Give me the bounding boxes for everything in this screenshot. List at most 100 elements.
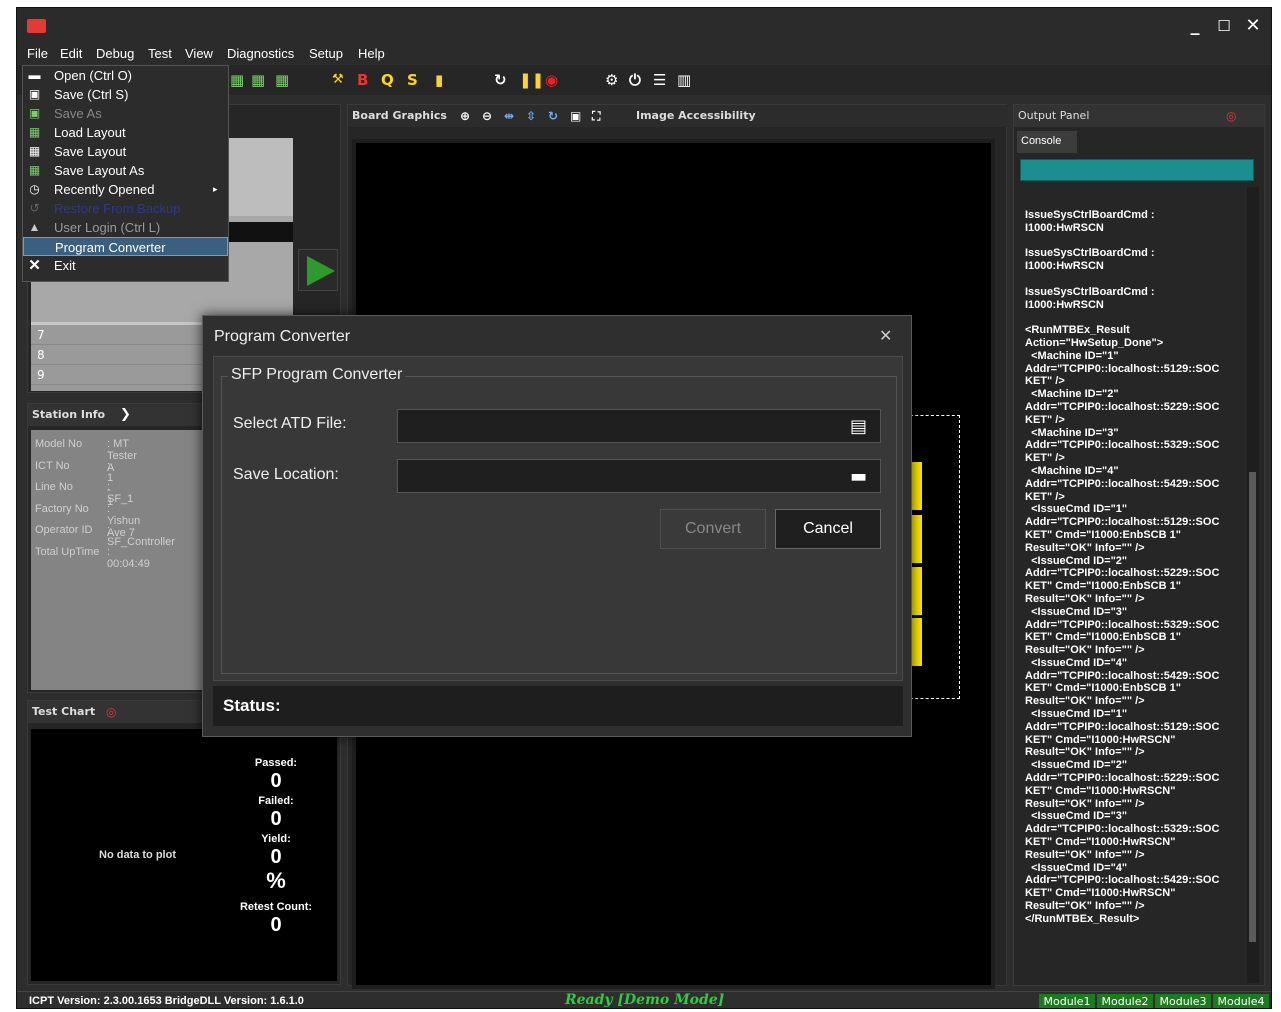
module2-badge[interactable]: Module2: [1097, 994, 1153, 1008]
layout-3-icon[interactable]: ▦: [275, 70, 289, 90]
scrollbar-thumb[interactable]: [1249, 472, 1256, 942]
console-scrollbar[interactable]: [1247, 187, 1259, 983]
test-chart-panel: Test Chart ◎ No data to plot Passed: 0 F…: [27, 700, 342, 985]
save-location-label: Save Location:: [233, 466, 339, 483]
table-row[interactable]: 8: [31, 345, 206, 365]
browse-file-icon[interactable]: ▤: [850, 416, 867, 437]
save-location-input[interactable]: ▬: [397, 459, 881, 493]
fullscreen-icon[interactable]: ⛶: [592, 105, 600, 127]
submenu-arrow-icon: ▸: [213, 184, 218, 194]
play-icon: [307, 256, 335, 286]
image-accessibility-label[interactable]: Image Accessibility: [636, 105, 756, 127]
test-stats: Passed: 0 Failed: 0 Yield: 0 % Retest Co…: [231, 757, 321, 937]
list-icon[interactable]: ☰: [653, 70, 666, 90]
retest-label: Retest Count:: [239, 901, 313, 913]
layout-icon[interactable]: ▦: [230, 70, 244, 90]
chevron-down-icon[interactable]: ❯: [120, 404, 131, 426]
test-tool-icon[interactable]: ⚒: [332, 70, 344, 90]
zoom-out-icon[interactable]: ⊖: [482, 105, 492, 127]
maximize-button[interactable]: ☐: [1214, 16, 1234, 36]
settings-icon[interactable]: ⚙: [605, 70, 618, 90]
console-log: IssueSysCtrlBoardCmd : I1000:HwRSCN Issu…: [1025, 209, 1220, 925]
book-icon[interactable]: ▥: [677, 70, 691, 90]
atd-file-input[interactable]: ▤: [397, 409, 881, 443]
menu-debug[interactable]: Debug: [96, 46, 134, 62]
user-icon: ▲: [28, 220, 41, 234]
rotate-icon[interactable]: ↻: [548, 105, 558, 127]
table-row[interactable]: 9: [31, 365, 206, 385]
zoom-in-icon[interactable]: ⊕: [460, 105, 470, 127]
menu-edit[interactable]: Edit: [60, 46, 82, 62]
power-icon[interactable]: ⏻: [629, 70, 641, 90]
passed-value: 0: [270, 770, 282, 792]
info-value: : SF_1: [107, 481, 134, 505]
minimize-button[interactable]: _: [1185, 16, 1205, 36]
s-tool-icon[interactable]: S: [407, 70, 418, 90]
output-panel-header: Output Panel ◎: [1014, 105, 1264, 127]
browse-folder-icon[interactable]: ▬: [850, 466, 867, 487]
menu-item-recently-opened[interactable]: ◷ Recently Opened ▸: [23, 180, 228, 199]
menu-item-restore: ↺ Restore From Backup: [23, 199, 228, 218]
info-value: : 00:04:49: [107, 546, 150, 570]
q-tool-icon[interactable]: Q: [381, 70, 394, 90]
convert-button[interactable]: Convert: [660, 509, 766, 549]
save-layout-icon: ▦: [28, 144, 41, 158]
module1-badge[interactable]: Module1: [1039, 994, 1095, 1008]
station-info-title: Station Info: [32, 408, 106, 421]
flip-horizontal-icon[interactable]: ⇹: [504, 105, 514, 127]
table-row[interactable]: 7: [31, 325, 206, 345]
bar-chart-icon[interactable]: ▮: [435, 70, 443, 90]
atd-file-label: Select ATD File:: [233, 415, 347, 432]
app-window: _ ☐ ✕ File Edit Debug Test View Diagnost…: [16, 7, 1272, 1009]
menu-item-open[interactable]: ▬ Open (Ctrl O): [23, 66, 228, 85]
refresh-icon[interactable]: ↻: [494, 70, 507, 90]
menu-test[interactable]: Test: [148, 46, 172, 62]
title-bar: _ ☐ ✕: [17, 8, 1271, 44]
passed-label: Passed:: [254, 757, 298, 769]
clear-output-icon[interactable]: ◎: [1226, 105, 1236, 127]
menu-item-save[interactable]: ▣ Save (Ctrl S): [23, 85, 228, 104]
menu-item-save-as: ▣ Save As: [28, 106, 102, 121]
module3-badge[interactable]: Module3: [1155, 994, 1211, 1008]
fit-icon[interactable]: ▣: [570, 105, 581, 127]
menu-view[interactable]: View: [185, 46, 213, 62]
console-filter-bar[interactable]: [1020, 159, 1254, 181]
program-converter-dialog: Program Converter ✕ SFP Program Converte…: [202, 315, 912, 737]
menu-item-load-layout[interactable]: ▦ Load Layout: [23, 123, 228, 142]
console-output: IssueSysCtrlBoardCmd : I1000:HwRSCN Issu…: [1017, 187, 1261, 983]
folder-open-icon: ▬: [28, 68, 41, 82]
menu-item-program-converter[interactable]: Program Converter: [23, 237, 228, 256]
info-key: Operator ID: [35, 524, 93, 536]
test-chart-body: No data to plot Passed: 0 Failed: 0 Yiel…: [31, 729, 337, 981]
menu-item-exit[interactable]: ✕ Exit: [23, 256, 228, 275]
info-value: : SF_Controller: [107, 524, 175, 548]
menu-help[interactable]: Help: [358, 46, 385, 62]
close-window-button[interactable]: ✕: [1243, 16, 1263, 36]
info-key: Total UpTime: [35, 546, 100, 558]
menu-file[interactable]: File: [27, 46, 48, 62]
menu-setup[interactable]: Setup: [309, 46, 343, 62]
b-tool-icon[interactable]: B: [357, 70, 368, 90]
menu-item-save-layout-as[interactable]: ▦ Save Layout As: [23, 161, 228, 180]
cancel-button[interactable]: Cancel: [775, 509, 881, 549]
menu-diagnostics[interactable]: Diagnostics: [227, 46, 294, 62]
output-panel: Output Panel ◎ Console IssueSysCtrlBoard…: [1013, 104, 1265, 986]
dialog-close-button[interactable]: ✕: [879, 326, 892, 345]
output-panel-title: Output Panel: [1018, 109, 1090, 122]
failed-value: 0: [270, 808, 282, 830]
yield-value: 0: [270, 846, 282, 868]
stop-icon[interactable]: ◉: [545, 70, 558, 90]
layout-2-icon[interactable]: ▦: [251, 70, 265, 90]
pause-icon[interactable]: ❚❚: [519, 70, 544, 90]
group-title: SFP Program Converter: [228, 366, 406, 384]
info-key: Factory No: [35, 503, 89, 515]
tab-console[interactable]: Console: [1017, 131, 1077, 153]
module4-badge[interactable]: Module4: [1213, 994, 1269, 1008]
refresh-chart-icon[interactable]: ◎: [106, 701, 116, 723]
dialog-title: Program Converter: [214, 328, 351, 345]
load-layout-icon: ▦: [28, 125, 41, 139]
board-graphics-title: Board Graphics: [352, 109, 447, 122]
flip-vertical-icon[interactable]: ⇳: [526, 105, 536, 127]
menu-item-save-layout[interactable]: ▦ Save Layout: [23, 142, 228, 161]
run-button[interactable]: [298, 249, 338, 291]
